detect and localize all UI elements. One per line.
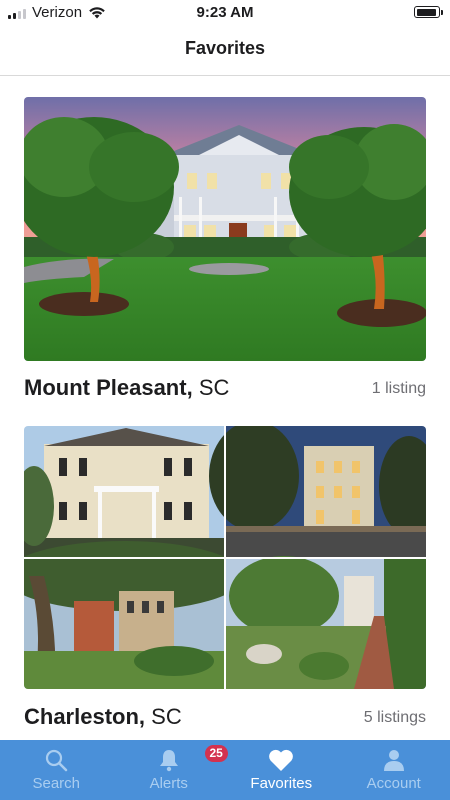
- person-icon: [383, 750, 404, 771]
- city-name: Charleston,: [24, 704, 146, 729]
- status-bar: Verizon 9:23 AM: [0, 0, 450, 26]
- tab-alerts[interactable]: 25 Alerts: [113, 740, 228, 800]
- house-photo[interactable]: [24, 97, 426, 361]
- favorite-card-mount-pleasant[interactable]: Mount Pleasant, SC 1 listing: [24, 97, 426, 407]
- favorite-card-charleston[interactable]: Charleston, SC 5 listings: [24, 426, 426, 740]
- state-name: SC: [151, 704, 182, 729]
- tab-label: Alerts: [149, 775, 188, 792]
- tab-label: Search: [32, 775, 81, 792]
- tab-account[interactable]: Account: [338, 740, 450, 800]
- tab-bar: Search 25 Alerts Favorites Account: [0, 740, 450, 800]
- tab-label: Favorites: [250, 775, 313, 792]
- battery-icon: [414, 6, 443, 18]
- status-time: 9:23 AM: [196, 4, 254, 21]
- nav-header: Favorites: [0, 26, 450, 76]
- city-name: Mount Pleasant,: [24, 375, 193, 400]
- listing-count: 5 listings: [363, 709, 426, 726]
- search-icon: [46, 749, 68, 772]
- bell-icon: [159, 750, 178, 772]
- listing-count: 1 listing: [371, 380, 426, 397]
- tab-label: Account: [366, 775, 421, 792]
- tab-search[interactable]: Search: [0, 740, 113, 800]
- heart-icon: [269, 749, 294, 771]
- card-title[interactable]: Mount Pleasant, SC: [24, 375, 229, 401]
- card-title[interactable]: Charleston, SC: [24, 704, 182, 730]
- house-collage[interactable]: [24, 426, 426, 689]
- page-title: Favorites: [184, 38, 266, 58]
- tab-favorites[interactable]: Favorites: [225, 740, 338, 800]
- favorites-list: Mount Pleasant, SC 1 listing Charleston,…: [0, 76, 450, 740]
- state-name: SC: [198, 375, 230, 400]
